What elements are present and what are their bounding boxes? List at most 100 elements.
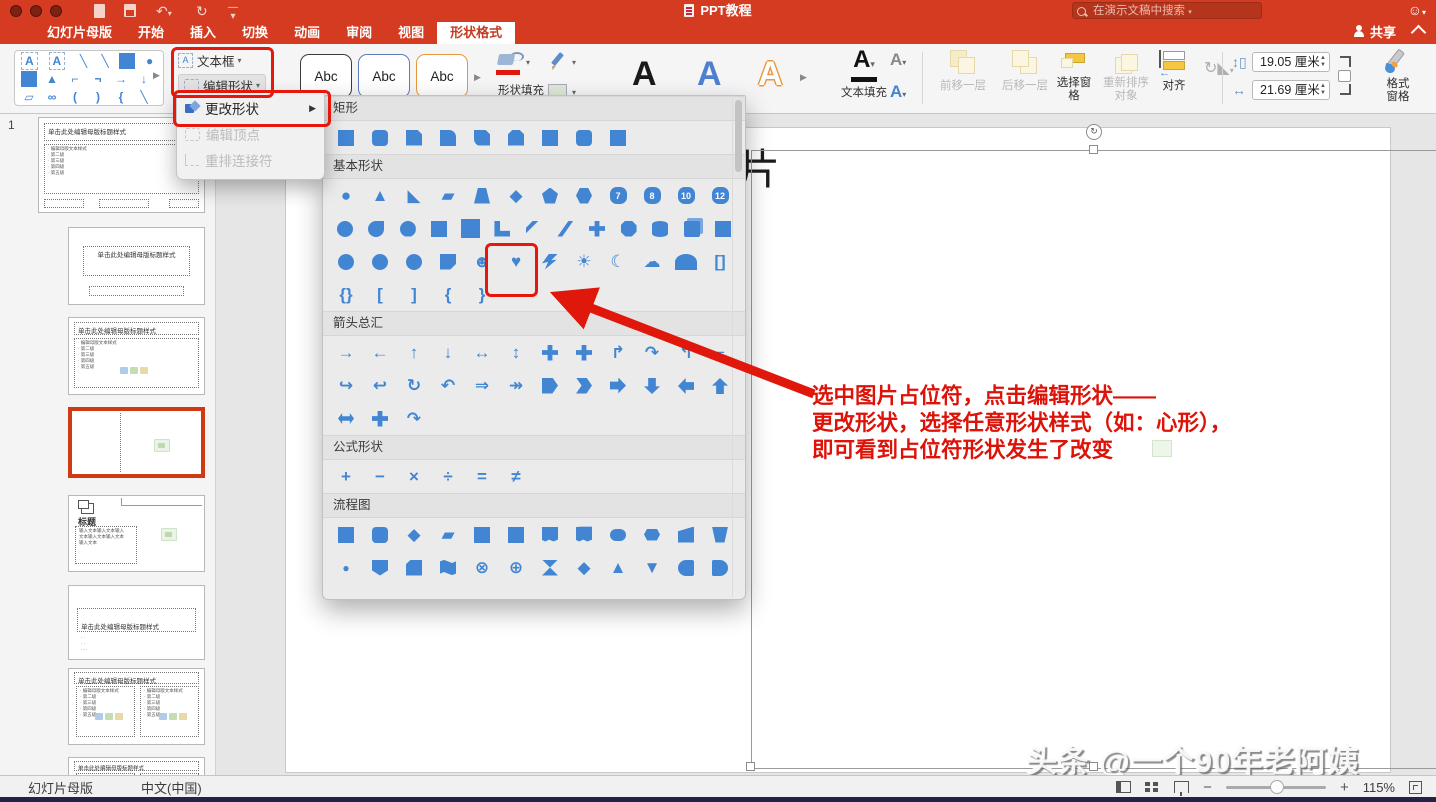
shape-trapezoid-icon[interactable] [465,181,499,210]
shape-l-shape-icon[interactable] [487,214,519,243]
shape-double-bracket-icon[interactable]: [] [703,247,737,276]
gallery-shape-line3[interactable]: ╲ [136,89,152,105]
shape-outline-icon[interactable] [548,52,566,70]
fit-to-window-icon[interactable] [1409,781,1422,794]
shape-preparation-icon[interactable] [635,520,669,549]
shape-sort-icon[interactable]: ◆ [567,553,601,582]
shape-curved-up-arrow-icon[interactable]: ↶ [431,371,465,400]
shape-rect-icon[interactable] [329,123,363,152]
shape-height-field[interactable]: 19.05 厘米▲▼ [1252,52,1330,72]
shape-snip-round-rect-icon[interactable] [465,123,499,152]
gallery-shape-rect[interactable] [21,71,37,87]
shape-diamond-icon[interactable]: ◆ [499,181,533,210]
shape-left-right-arrow-callout-icon[interactable] [329,404,363,433]
height-stepper[interactable]: ▲▼ [1320,55,1326,69]
tab-动画[interactable]: 动画 [281,22,333,44]
gallery-shape-ellipse[interactable]: ● [142,53,157,69]
shape-snip2-rect-icon[interactable] [499,123,533,152]
format-pane-button[interactable]: 格式窗格 [1372,50,1424,104]
shape-triangle-icon[interactable]: ▲ [363,181,397,210]
shape-curved-down-arrow-icon[interactable]: ↷ [397,404,431,433]
shape-up-arrow-icon[interactable]: ↑ [397,338,431,367]
shape-process-icon[interactable] [329,520,363,549]
shape-down-arrow-callout-icon[interactable] [635,371,669,400]
shape-heart-icon[interactable]: ♥ [499,247,533,276]
send-backward-button[interactable]: 后移一层 [996,50,1054,93]
shape-frame-icon[interactable] [424,214,456,243]
shape-hexagon-icon[interactable] [567,181,601,210]
shape-round1-rect-icon[interactable] [431,123,465,152]
gallery-shape-elbow2[interactable]: ¬ [90,71,106,87]
shape-folded-corner-icon[interactable] [431,247,465,276]
shape-smiley-icon[interactable]: ☻ [465,247,499,276]
shape-not-equal-icon[interactable]: ≠ [499,462,533,491]
wordart-style-1[interactable]: A [632,52,657,96]
shape-equal-icon[interactable]: = [465,462,499,491]
feedback-smiley-icon[interactable]: ☺▾ [1408,2,1426,18]
shape-cross-icon[interactable] [581,214,613,243]
thumbnail-layout-6[interactable]: 单击此处编辑母版标题样式· · · · ···· [68,585,205,660]
thumbnail-layout-2[interactable]: 单击此处编辑母版标题样式 [68,227,205,305]
shape-octagon-8-icon[interactable]: 8 [635,181,669,210]
gallery-shape-textbox-h[interactable]: A [21,52,38,70]
shape-left-arrow-icon[interactable]: ← [363,338,397,367]
shape-heptagon-7-icon[interactable]: 7 [601,181,635,210]
tab-形状格式[interactable]: 形状格式 [437,22,515,44]
shape-lightning-icon[interactable] [533,247,567,276]
shape-half-frame-icon[interactable] [455,214,487,243]
bring-forward-button[interactable]: 前移一层 [934,50,992,93]
shape-card-icon[interactable] [397,553,431,582]
thumbnail-layout-3[interactable]: 单击此处编辑母版标题样式· 编辑母版文本样式 · 第二级 · 第三级 · 第四级… [68,317,205,395]
shape-style-3[interactable]: Abc [416,54,468,98]
shape-styles-expand-icon[interactable]: ▶ [474,72,481,83]
width-stepper[interactable]: ▲▼ [1320,83,1326,97]
shape-merge-icon[interactable]: ▼ [635,553,669,582]
shape-ellipse-icon[interactable]: ● [329,181,363,210]
gallery-shape-right-arrow[interactable]: → [113,71,129,87]
shape-slash-icon[interactable] [550,214,582,243]
tab-审阅[interactable]: 审阅 [333,22,385,44]
shape-snip1-rect-icon[interactable] [397,123,431,152]
shape-up-arrow-callout-icon[interactable] [703,371,737,400]
menu-item-编辑顶点[interactable]: 编辑顶点 [177,121,324,147]
zoom-slider[interactable] [1226,786,1326,789]
slideshow-icon[interactable] [1174,781,1189,793]
zoom-level[interactable]: 115% [1363,780,1395,795]
text-fill-icon[interactable]: A▾ [832,48,896,76]
shape-summing-junction-icon[interactable]: ⊗ [465,553,499,582]
shape-left-right-arrow-icon[interactable]: ↔ [465,338,499,367]
shape-chord-icon[interactable] [392,214,424,243]
shape-arc-icon[interactable] [397,247,431,276]
zoom-out-button[interactable]: − [1203,779,1212,796]
shape-multiply-icon[interactable]: × [397,462,431,491]
shape-delay-icon[interactable] [703,553,737,582]
gallery-shape-scribble[interactable]: ∞ [44,89,60,105]
handle-top-center[interactable] [1089,145,1098,154]
shape-decision-icon[interactable]: ◆ [397,520,431,549]
zoom-slider-thumb[interactable] [1270,780,1284,794]
tab-幻灯片母版[interactable]: 幻灯片母版 [34,22,125,44]
shape-document-icon[interactable] [533,520,567,549]
shape-right-triangle-icon[interactable]: ◣ [397,181,431,210]
shape-collate-icon[interactable] [533,553,567,582]
text-effects-icon[interactable]: A▾ [890,82,906,102]
menu-item-更改形状[interactable]: 更改形状▶ [177,95,324,121]
text-outline-icon[interactable]: A▾ [890,50,906,70]
shape-internal-storage-icon[interactable] [499,520,533,549]
rotate-icon[interactable]: ↻◣▾ [1204,58,1234,78]
shape-manual-operation-icon[interactable] [703,520,737,549]
gallery-shape-left-brace[interactable]: { [113,89,129,105]
shape-divide-icon[interactable]: ÷ [431,462,465,491]
shape-fill-caret[interactable]: ▾ [526,58,530,67]
gallery-shape-down-arrow[interactable]: ↓ [136,71,152,87]
reorder-objects-button[interactable]: 重新排序对象 [1100,50,1152,103]
shape-rounded-rect-icon[interactable] [363,123,397,152]
shape-notched-right-arrow-icon[interactable]: ↠ [499,371,533,400]
shape-multidocument-icon[interactable] [567,520,601,549]
shape-cloud-icon[interactable]: ☁ [635,247,669,276]
shape-ring-icon[interactable] [329,247,363,276]
shape-manual-input-icon[interactable] [669,520,703,549]
menu-item-重排连接符[interactable]: 重排连接符 [177,147,324,173]
shape-rect3-icon[interactable] [601,123,635,152]
gallery-shape-curve1[interactable]: ( [67,89,83,105]
